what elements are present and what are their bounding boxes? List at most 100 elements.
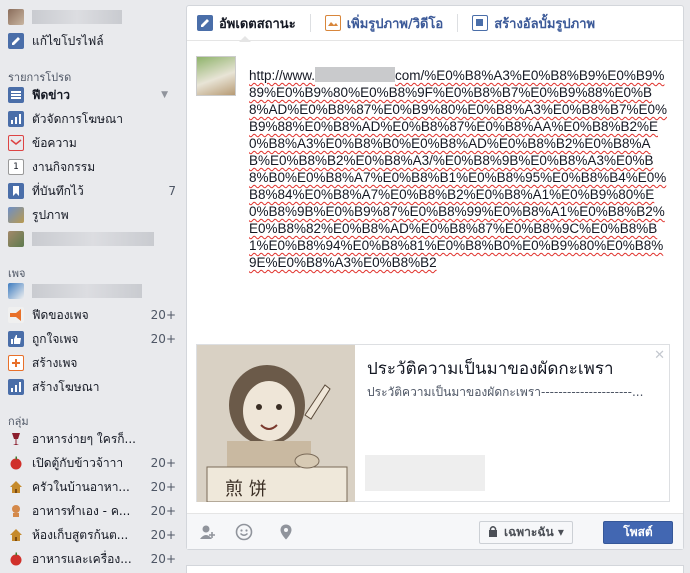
edit-profile-label: แก้ไขโปรไฟล์	[32, 33, 104, 48]
sidebar-item-create-page[interactable]: สร้างเพจ	[8, 352, 176, 374]
edit-profile-link[interactable]: แก้ไขโปรไฟล์	[8, 30, 176, 52]
chevron-down-icon[interactable]: ▼	[161, 90, 168, 100]
sidebar-item-count: 20+	[150, 528, 176, 542]
sidebar-item-group[interactable]: อาหารทำเอง - ค... 20+	[8, 500, 176, 522]
audience-selector[interactable]: เฉพาะฉัน ▾	[479, 521, 573, 544]
profile-avatar-icon	[8, 9, 24, 25]
sidebar-item-count: 20+	[150, 480, 176, 494]
composer-footer: เฉพาะฉัน ▾ โพสต์	[187, 513, 683, 549]
sidebar-item-news-feed[interactable]: ฟีดข่าว ▼	[8, 84, 176, 106]
tag-friends-icon[interactable]	[199, 523, 217, 541]
bookmark-icon	[8, 183, 24, 199]
preview-image-caption: 煎 饼	[225, 479, 267, 500]
tab-label: สร้างอัลบั้มรูปภาพ	[494, 16, 596, 32]
sidebar-item-ads-manager[interactable]: ตัวจัดการโฆษณา	[8, 108, 176, 130]
apple-icon	[8, 455, 24, 471]
sidebar-item-label: สร้างโฆษณา	[32, 379, 100, 394]
next-feed-card	[186, 565, 684, 573]
album-icon	[472, 15, 489, 31]
sidebar-item-pages-feed[interactable]: ฟีดของเพจ 20+	[8, 304, 176, 326]
profile-name-redacted	[32, 10, 122, 24]
tab-label: อัพเดตสถานะ	[219, 16, 296, 32]
post-text-prefix: http://www.	[249, 68, 316, 83]
sidebar-item-label: รูปภาพ	[32, 207, 69, 222]
preview-description: ประวัติความเป็นมาของผัดกะเพรา-----------…	[367, 385, 644, 399]
sidebar-item-label: ครัวในบ้านอาหา...	[32, 479, 130, 494]
avatar	[196, 56, 236, 96]
news-feed-icon	[8, 87, 24, 103]
sidebar-item-group[interactable]: อาหารง่ายๆ ใครก็...	[8, 428, 176, 450]
page-avatar-icon	[8, 283, 24, 299]
sidebar-item-label: เปิดตู้กับข้าวจ้าาา	[32, 455, 124, 470]
tab-label: เพิ่มรูปภาพ/วิดีโอ	[346, 16, 444, 32]
sidebar-item-redacted[interactable]	[8, 228, 176, 250]
apple-icon	[8, 551, 24, 567]
close-icon[interactable]: ✕	[654, 348, 665, 363]
sidebar-profile[interactable]	[8, 6, 176, 28]
audience-label: เฉพาะฉัน ▾	[504, 525, 564, 539]
sidebar-item-label: ฟีดของเพจ	[32, 307, 89, 322]
calendar-icon: 1	[8, 159, 24, 175]
photos-icon	[8, 207, 24, 223]
sidebar-item-label: อาหารทำเอง - ค...	[32, 503, 131, 518]
wine-glass-icon	[8, 431, 24, 447]
megaphone-icon	[8, 307, 24, 323]
sidebar-item-events[interactable]: 1 งานกิจกรรม	[8, 156, 176, 178]
sidebar-item-label: งานกิจกรรม	[32, 159, 96, 174]
sidebar-item-group[interactable]: อาหารและเครื่อง... 20+	[8, 548, 176, 570]
sidebar-item-photos[interactable]: รูปภาพ	[8, 204, 176, 226]
sidebar-item-count: 20+	[150, 504, 176, 518]
active-tab-caret	[239, 36, 251, 42]
composer-tabs: อัพเดตสถานะ เพิ่มรูปภาพ/วิดีโอ สร้างอัลบ…	[187, 6, 683, 41]
sidebar-item-count: 20+	[150, 332, 176, 346]
sidebar-item-group[interactable]: เปิดตู้กับข้าวจ้าาา 20+	[8, 452, 176, 474]
sidebar-item-count: 20+	[150, 456, 176, 470]
post-text-input[interactable]: http://www. com/%E0%B8%A3%E0%B8%B9%E0%B9%…	[249, 67, 669, 271]
sidebar-item-label: ที่บันทึกไว้	[32, 183, 84, 198]
tab-divider	[309, 14, 311, 32]
create-page-icon	[8, 355, 24, 371]
photo-icon	[324, 15, 341, 31]
house-icon	[8, 479, 24, 495]
sidebar-item-create-ad[interactable]: สร้างโฆษณา	[8, 376, 176, 398]
pencil-icon	[197, 15, 213, 31]
sidebar-item-label: อาหารง่ายๆ ใครก็...	[32, 431, 136, 446]
avatar	[8, 231, 24, 247]
sidebar-item-messages[interactable]: ข้อความ	[8, 132, 176, 154]
sidebar-item-group[interactable]: ห้องเก็บสูตรก้นต... 20+	[8, 524, 176, 546]
sidebar-item-count: 20+	[150, 308, 176, 322]
pencil-icon	[8, 33, 24, 49]
redacted-label	[32, 232, 154, 246]
bar-chart-icon	[8, 111, 24, 127]
redacted-domain	[315, 67, 396, 82]
sidebar-item-count: 20+	[150, 552, 176, 566]
tab-create-album[interactable]: สร้างอัลบั้มรูปภาพ	[472, 13, 595, 34]
sidebar-item-page-redacted[interactable]	[8, 280, 176, 302]
preview-title[interactable]: ประวัติความเป็นมาของผัดกะเพรา	[367, 355, 614, 382]
sidebar-item-like-pages[interactable]: ถูกใจเพจ 20+	[8, 328, 176, 350]
post-composer: อัพเดตสถานะ เพิ่มรูปภาพ/วิดีโอ สร้างอัลบ…	[186, 5, 684, 550]
sidebar-item-label: ข้อความ	[32, 135, 77, 150]
sidebar-item-label: ห้องเก็บสูตรก้นต...	[32, 527, 129, 542]
sidebar-item-label: อาหารและเครื่อง...	[32, 551, 132, 566]
tab-add-photo-video[interactable]: เพิ่มรูปภาพ/วิดีโอ	[324, 13, 444, 34]
location-pin-icon[interactable]	[277, 523, 295, 541]
lock-icon	[488, 525, 498, 540]
redacted-label	[32, 284, 142, 298]
messages-icon	[8, 135, 24, 151]
preview-image: 煎 饼	[197, 345, 355, 502]
sidebar-item-label: ตัวจัดการโฆษณา	[32, 111, 123, 126]
sidebar-item-label: ฟีดข่าว	[32, 87, 70, 102]
post-button[interactable]: โพสต์	[603, 521, 673, 544]
sidebar-item-count: 7	[168, 184, 176, 198]
link-preview-card[interactable]: 煎 饼 ✕ ประวัติความเป็นมาของผัดกะเพรา ประว…	[196, 344, 670, 502]
sidebar-item-label: สร้างเพจ	[32, 355, 78, 370]
sidebar-item-saved[interactable]: ที่บันทึกไว้ 7	[8, 180, 176, 202]
preview-redacted-block	[365, 455, 485, 491]
thumbs-up-icon	[8, 331, 24, 347]
house-icon	[8, 527, 24, 543]
feeling-icon[interactable]	[235, 523, 253, 541]
tab-update-status[interactable]: อัพเดตสถานะ	[197, 13, 296, 34]
sidebar-item-group[interactable]: ครัวในบ้านอาหา... 20+	[8, 476, 176, 498]
chef-icon	[8, 503, 24, 519]
